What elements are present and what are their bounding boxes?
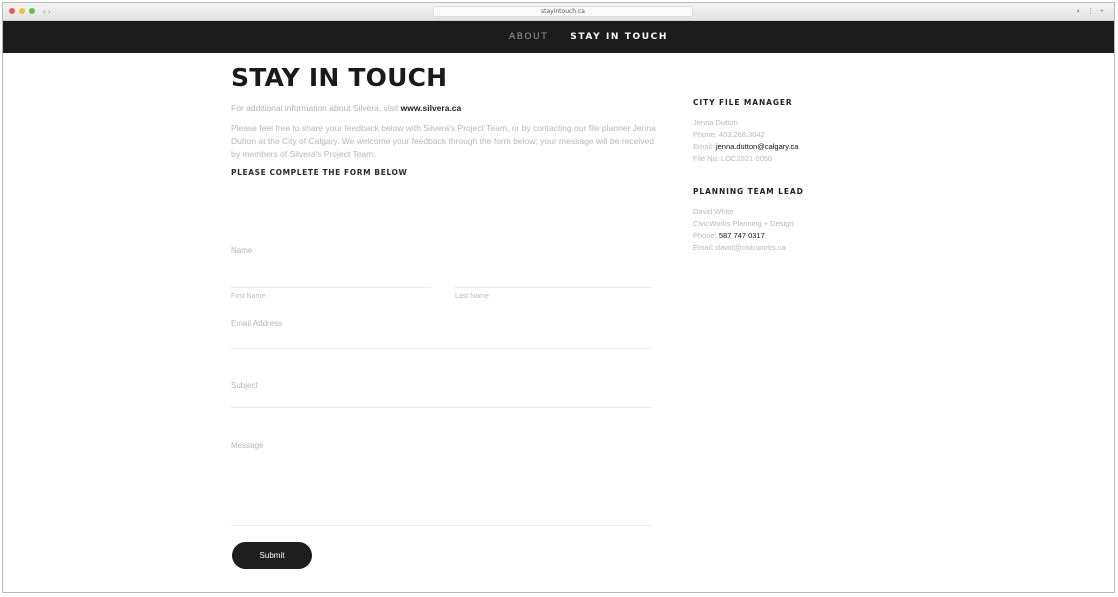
first-name-label: First Name — [231, 293, 266, 300]
planning-lead-phone[interactable]: 587 747 0317 — [719, 231, 765, 240]
planning-lead-company: CivicWorks Planning + Design — [693, 219, 794, 228]
contact-sidebar: CITY FILE MANAGER Jenna Dutton Phone: 40… — [693, 98, 893, 254]
window-controls — [9, 8, 35, 14]
file-manager-file-no: File No: LOC2021-0050 — [693, 154, 773, 163]
planning-lead-name: David White — [693, 207, 734, 216]
intro-text: For additional information about Silvera… — [231, 103, 671, 113]
welcome-paragraph: Please feel free to share your feedback … — [231, 123, 656, 159]
first-name-input[interactable] — [231, 287, 431, 288]
file-manager-details: Jenna Dutton Phone: 403.268.3042 Email: … — [693, 117, 893, 165]
site-navigation: ABOUT STAY IN TOUCH — [3, 21, 1114, 53]
browser-actions[interactable]: ◐ ⋮ + — [1077, 7, 1106, 15]
planning-lead-phone-prefix: Phone: — [693, 231, 717, 240]
last-name-label: Last Name — [455, 293, 489, 300]
back-forward-icon[interactable]: ‹ › — [43, 7, 51, 16]
file-manager-heading: CITY FILE MANAGER — [693, 98, 793, 107]
message-textarea[interactable] — [231, 525, 651, 526]
main-content: STAY IN TOUCH For additional information… — [231, 63, 671, 177]
close-window-icon[interactable] — [9, 8, 15, 14]
browser-toolbar: ‹ › stayintouch.ca ◐ ⋮ + — [3, 3, 1114, 21]
name-label: Name — [231, 246, 253, 255]
nav-stay-in-touch[interactable]: STAY IN TOUCH — [570, 32, 668, 42]
planning-lead-email[interactable]: Email: david@civicworks.ca — [693, 242, 893, 254]
planning-lead-details: David White CivicWorks Planning + Design… — [693, 206, 893, 254]
intro-sentence: For additional information about Silvera… — [231, 103, 399, 113]
maximize-window-icon[interactable] — [29, 8, 35, 14]
file-manager-email-link[interactable]: jenna.dutton@calgary.ca — [716, 142, 799, 151]
planning-lead-heading: PLANNING TEAM LEAD — [693, 187, 804, 196]
address-bar[interactable]: stayintouch.ca — [433, 6, 693, 17]
last-name-input[interactable] — [455, 287, 651, 288]
email-label: Email Address — [231, 319, 283, 328]
file-manager-phone: Phone: 403.268.3042 — [693, 130, 765, 139]
message-label: Message — [231, 441, 264, 450]
minimize-window-icon[interactable] — [19, 8, 25, 14]
subject-input[interactable] — [231, 407, 651, 408]
file-manager-email-prefix: Email: — [693, 142, 714, 151]
email-input[interactable] — [231, 348, 651, 349]
browser-window: ‹ › stayintouch.ca ◐ ⋮ + ABOUT STAY IN T… — [2, 2, 1115, 593]
silvera-website-link[interactable]: www.silvera.ca — [401, 103, 462, 113]
page-title: STAY IN TOUCH — [231, 63, 448, 92]
file-manager-name: Jenna Dutton — [693, 118, 738, 127]
file-manager-email-row: Email: jenna.dutton@calgary.ca — [693, 141, 893, 153]
submit-button[interactable]: Submit — [232, 542, 312, 569]
nav-about[interactable]: ABOUT — [509, 32, 548, 42]
planning-lead-phone-row: Phone: 587 747 0317 — [693, 230, 893, 242]
form-heading: PLEASE COMPLETE THE FORM BELOW — [231, 168, 408, 177]
subject-label: Subject — [231, 381, 258, 390]
